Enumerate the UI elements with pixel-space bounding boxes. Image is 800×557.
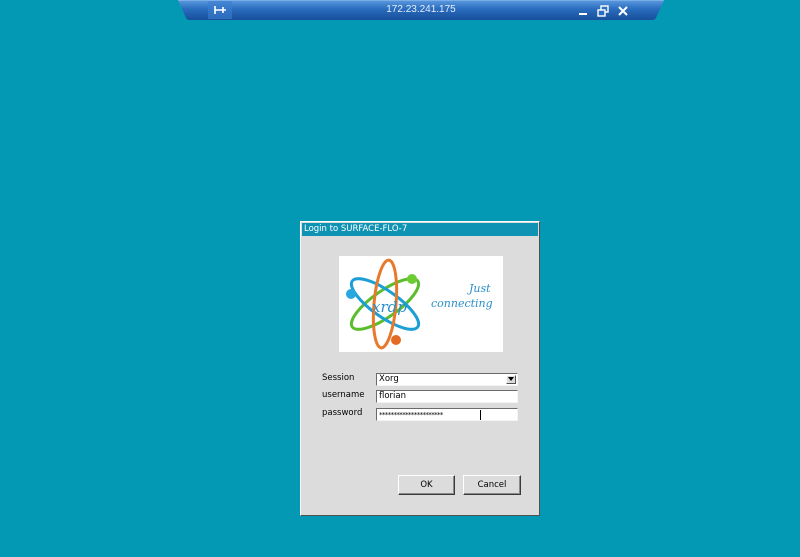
close-icon (618, 6, 628, 16)
svg-text:Just: Just (467, 282, 491, 295)
pin-icon (208, 1, 232, 19)
minimize-button[interactable] (576, 3, 590, 17)
dialog-titlebar[interactable]: Login to SURFACE-FLO-7 (302, 223, 538, 236)
pin-button[interactable] (208, 1, 232, 19)
svg-text:xrdp: xrdp (372, 298, 407, 316)
cancel-button[interactable]: Cancel (463, 475, 521, 495)
password-value: ********************** (379, 411, 443, 419)
username-input[interactable]: florian (376, 390, 518, 403)
svg-text:connecting: connecting (431, 297, 493, 310)
session-select[interactable]: Xorg (376, 373, 518, 386)
chevron-down-icon (508, 377, 514, 381)
xrdp-logo: xrdp Just connecting (339, 256, 503, 352)
session-label: Session (322, 373, 355, 383)
text-caret (480, 410, 481, 420)
ok-button[interactable]: OK (398, 475, 455, 495)
minimize-icon (579, 13, 587, 15)
login-dialog: Login to SURFACE-FLO-7 xrdp Just connect… (300, 221, 540, 516)
dialog-title: Login to SURFACE-FLO-7 (304, 224, 408, 234)
restore-button[interactable] (596, 3, 610, 17)
close-button[interactable] (616, 3, 630, 17)
session-value: Xorg (379, 374, 399, 384)
password-input[interactable]: ********************** (376, 408, 518, 421)
username-label: username (322, 390, 365, 400)
xrdp-atom-logo-icon: xrdp Just connecting (346, 258, 493, 350)
connection-title: 172.23.241.175 (386, 4, 456, 15)
username-value: florian (379, 391, 407, 401)
restore-icon (597, 5, 609, 17)
dropdown-button[interactable] (506, 375, 516, 384)
password-label: password (322, 408, 363, 418)
rdp-connection-bar: 172.23.241.175 (178, 0, 664, 20)
